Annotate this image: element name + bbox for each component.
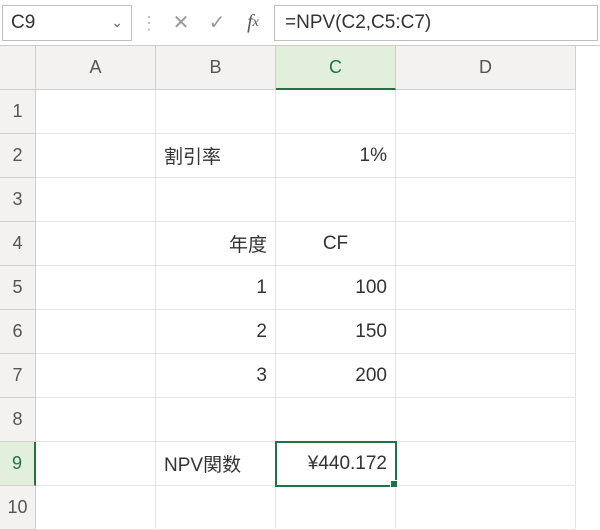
insert-function-button[interactable]: fx	[238, 5, 268, 41]
row-header-5[interactable]: 5	[0, 266, 36, 310]
cell-D8[interactable]	[396, 398, 576, 442]
cell-D1[interactable]	[396, 90, 576, 134]
divider-icon: ⋮	[138, 14, 160, 32]
cell-D5[interactable]	[396, 266, 576, 310]
cell-B3[interactable]	[156, 178, 276, 222]
formula-text: =NPV(C2,C5:C7)	[285, 12, 431, 34]
cell-A8[interactable]	[36, 398, 156, 442]
cell-B7[interactable]: 3	[156, 354, 276, 398]
cell-A3[interactable]	[36, 178, 156, 222]
name-box-value: C9	[11, 12, 35, 34]
cell-C9[interactable]: ¥440.172	[276, 442, 396, 486]
cell-A1[interactable]	[36, 90, 156, 134]
cell-C7[interactable]: 200	[276, 354, 396, 398]
cell-D9[interactable]	[396, 442, 576, 486]
cell-B8[interactable]	[156, 398, 276, 442]
row-header-1[interactable]: 1	[0, 90, 36, 134]
cell-A10[interactable]	[36, 486, 156, 530]
row-header-6[interactable]: 6	[0, 310, 36, 354]
cell-D3[interactable]	[396, 178, 576, 222]
row-header-7[interactable]: 7	[0, 354, 36, 398]
col-header-D[interactable]: D	[396, 46, 576, 90]
cell-A7[interactable]	[36, 354, 156, 398]
cell-C3[interactable]	[276, 178, 396, 222]
col-header-B[interactable]: B	[156, 46, 276, 90]
formula-input[interactable]: =NPV(C2,C5:C7)	[274, 5, 598, 41]
cell-B6[interactable]: 2	[156, 310, 276, 354]
cell-A6[interactable]	[36, 310, 156, 354]
cell-B2[interactable]: 割引率	[156, 134, 276, 178]
cell-B4[interactable]: 年度	[156, 222, 276, 266]
row-header-9[interactable]: 9	[0, 442, 36, 486]
col-header-A[interactable]: A	[36, 46, 156, 90]
cancel-formula-button: ✕	[166, 5, 196, 41]
accept-formula-button: ✓	[202, 5, 232, 41]
cell-D6[interactable]	[396, 310, 576, 354]
cell-C4[interactable]: CF	[276, 222, 396, 266]
cell-A5[interactable]	[36, 266, 156, 310]
formula-bar: C9 ⌄ ⋮ ✕ ✓ fx =NPV(C2,C5:C7)	[0, 0, 600, 46]
cell-B1[interactable]	[156, 90, 276, 134]
chevron-down-icon[interactable]: ⌄	[111, 14, 123, 31]
row-header-10[interactable]: 10	[0, 486, 36, 530]
name-box[interactable]: C9 ⌄	[2, 5, 132, 41]
cell-C1[interactable]	[276, 90, 396, 134]
cell-B9[interactable]: NPV関数	[156, 442, 276, 486]
cell-C5[interactable]: 100	[276, 266, 396, 310]
row-header-8[interactable]: 8	[0, 398, 36, 442]
cell-C2[interactable]: 1%	[276, 134, 396, 178]
select-all-corner[interactable]	[0, 46, 36, 90]
cell-D4[interactable]	[396, 222, 576, 266]
cell-A2[interactable]	[36, 134, 156, 178]
row-header-2[interactable]: 2	[0, 134, 36, 178]
cell-C6[interactable]: 150	[276, 310, 396, 354]
row-header-3[interactable]: 3	[0, 178, 36, 222]
cell-B10[interactable]	[156, 486, 276, 530]
cell-B5[interactable]: 1	[156, 266, 276, 310]
cell-D2[interactable]	[396, 134, 576, 178]
cell-D10[interactable]	[396, 486, 576, 530]
col-header-C[interactable]: C	[276, 46, 396, 90]
row-header-4[interactable]: 4	[0, 222, 36, 266]
cell-A4[interactable]	[36, 222, 156, 266]
cell-D7[interactable]	[396, 354, 576, 398]
cell-C8[interactable]	[276, 398, 396, 442]
cell-C10[interactable]	[276, 486, 396, 530]
spreadsheet-grid[interactable]: A B C D 1 2 割引率 1% 3 4 年度 CF 5 1 100 6 2…	[0, 46, 600, 530]
cell-A9[interactable]	[36, 442, 156, 486]
